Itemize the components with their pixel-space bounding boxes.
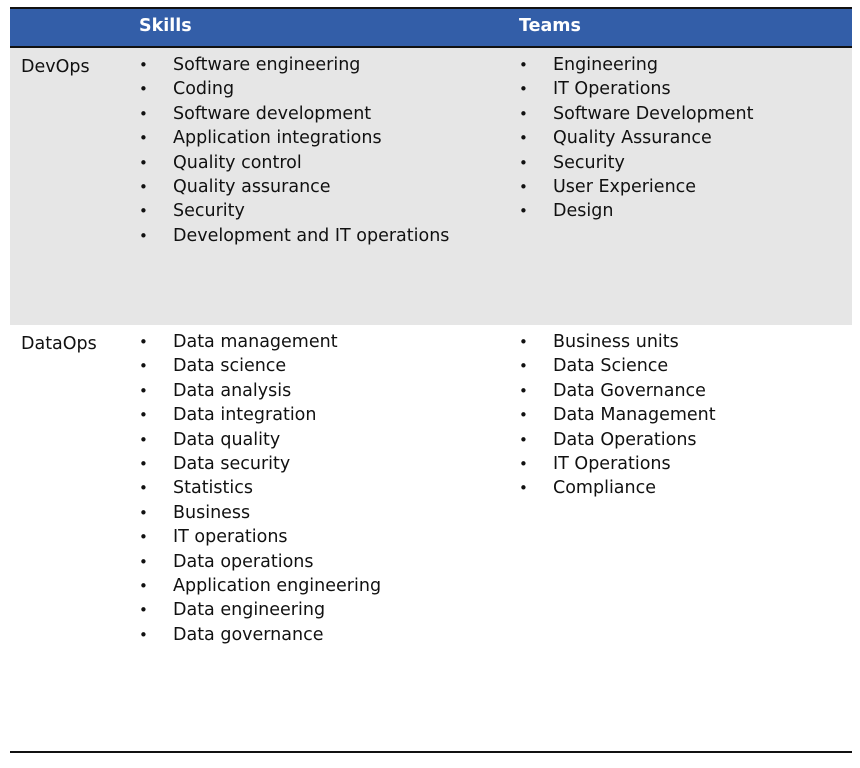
list-item: Data operations (139, 550, 381, 575)
list-item: User Experience (519, 175, 754, 200)
teams-list: Business unitsData ScienceData Governanc… (519, 330, 716, 501)
skills-list: Software engineeringCodingSoftware devel… (139, 53, 449, 249)
list-item: Design (519, 199, 754, 224)
header-skills: Skills (139, 16, 192, 36)
skills-list: Data managementData scienceData analysis… (139, 330, 381, 648)
list-item: Quality assurance (139, 175, 449, 200)
list-item: Data Science (519, 354, 716, 379)
list-item: Data quality (139, 428, 381, 453)
table-row-dataops: DataOps Data managementData scienceData … (10, 325, 852, 751)
row-label: DataOps (21, 334, 97, 354)
list-item: Business (139, 501, 381, 526)
list-item: Business units (519, 330, 716, 355)
table-header: Skills Teams (10, 9, 852, 46)
list-item: IT operations (139, 525, 381, 550)
list-item: Data science (139, 354, 381, 379)
list-item: Development and IT operations (139, 224, 449, 249)
list-item: Data analysis (139, 379, 381, 404)
list-item: Data Management (519, 403, 716, 428)
list-item: Data Operations (519, 428, 716, 453)
list-item: Application integrations (139, 126, 449, 151)
list-item: Software development (139, 102, 449, 127)
list-item: Security (139, 199, 449, 224)
table-row-devops: DevOps Software engineeringCodingSoftwar… (10, 48, 852, 325)
row-label: DevOps (21, 57, 90, 77)
list-item: Data management (139, 330, 381, 355)
list-item: Data security (139, 452, 381, 477)
list-item: Statistics (139, 476, 381, 501)
comparison-table: Skills Teams DevOps Software engineering… (10, 7, 852, 751)
list-item: Data Governance (519, 379, 716, 404)
table-bottom-border (10, 751, 852, 753)
teams-list: EngineeringIT OperationsSoftware Develop… (519, 53, 754, 224)
list-item: Coding (139, 77, 449, 102)
list-item: Compliance (519, 476, 716, 501)
list-item: Software Development (519, 102, 754, 127)
list-item: Data integration (139, 403, 381, 428)
list-item: Software engineering (139, 53, 449, 78)
header-teams: Teams (519, 16, 581, 36)
list-item: IT Operations (519, 452, 716, 477)
list-item: Application engineering (139, 574, 381, 599)
list-item: Engineering (519, 53, 754, 78)
list-item: IT Operations (519, 77, 754, 102)
list-item: Data engineering (139, 598, 381, 623)
list-item: Quality control (139, 151, 449, 176)
list-item: Data governance (139, 623, 381, 648)
list-item: Security (519, 151, 754, 176)
list-item: Quality Assurance (519, 126, 754, 151)
